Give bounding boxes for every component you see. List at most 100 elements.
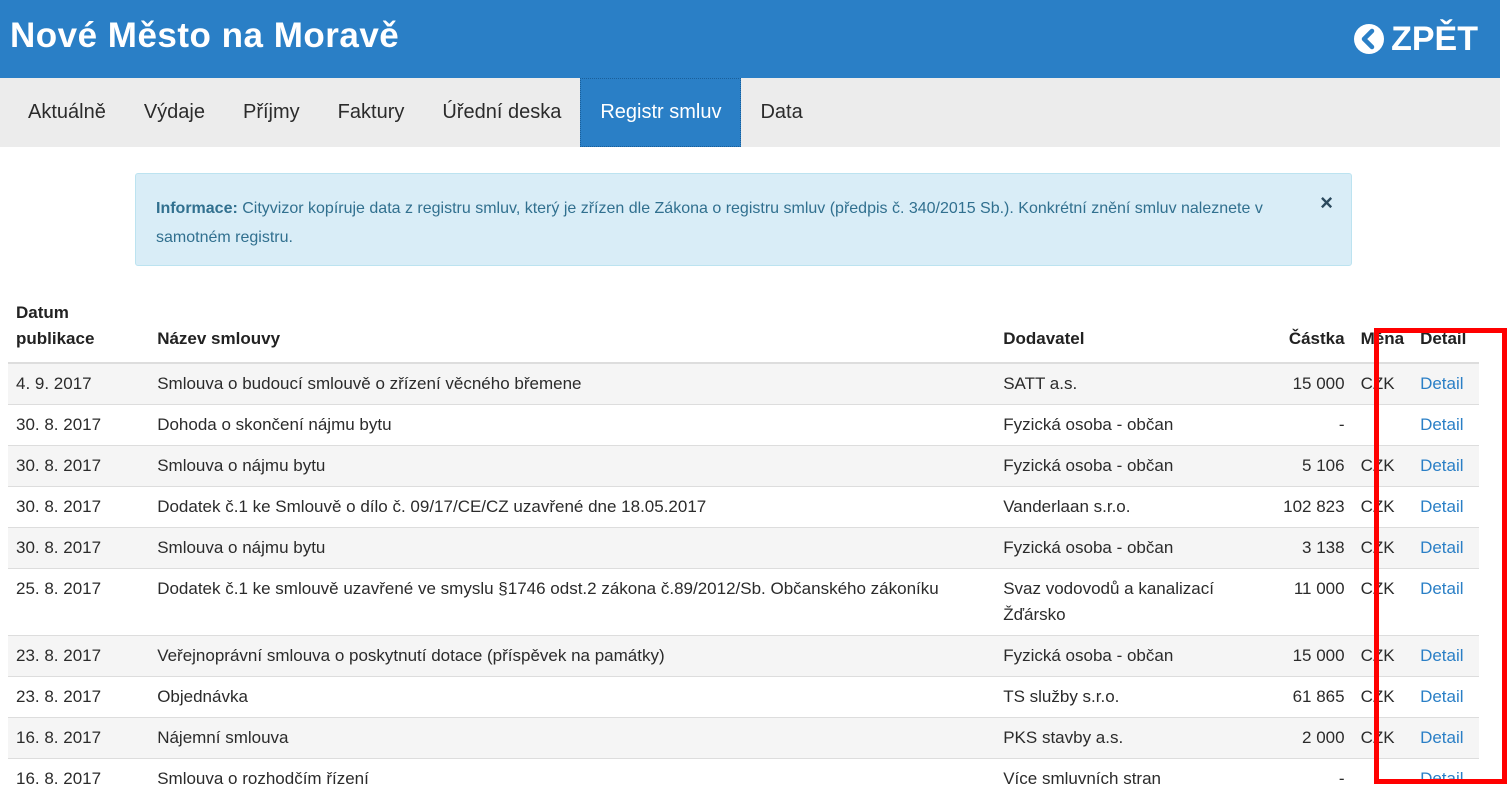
col-header-supplier: Dodavatel — [995, 300, 1252, 363]
row-contract-name: Smlouva o rozhodčím řízení — [149, 759, 995, 799]
row-detail-link[interactable]: Detail — [1420, 646, 1463, 665]
close-icon[interactable]: × — [1320, 188, 1333, 217]
row-amount: - — [1252, 405, 1353, 446]
table-row: 30. 8. 2017Smlouva o nájmu bytuFyzická o… — [8, 528, 1479, 569]
row-detail-link[interactable]: Detail — [1420, 579, 1463, 598]
row-date: 23. 8. 2017 — [8, 636, 149, 677]
chevron-left-circle-icon — [1353, 23, 1385, 55]
nav-tab-uredni-deska[interactable]: Úřední deska — [423, 78, 580, 147]
row-detail-cell: Detail — [1412, 405, 1479, 446]
row-date: 16. 8. 2017 — [8, 759, 149, 799]
row-supplier: PKS stavby a.s. — [995, 718, 1252, 759]
table-row: 16. 8. 2017Smlouva o rozhodčím řízeníVíc… — [8, 759, 1479, 799]
info-alert: Informace: Cityvizor kopíruje data z reg… — [135, 173, 1352, 266]
nav-tab-vydaje[interactable]: Výdaje — [125, 78, 224, 147]
row-detail-cell: Detail — [1412, 487, 1479, 528]
nav-tab-prijmy[interactable]: Příjmy — [224, 78, 319, 147]
nav-tab-data[interactable]: Data — [741, 78, 821, 147]
row-currency: CZK — [1353, 363, 1412, 405]
row-detail-cell: Detail — [1412, 363, 1479, 405]
row-contract-name: Veřejnoprávní smlouva o poskytnutí dotac… — [149, 636, 995, 677]
back-label: ZPĚT — [1391, 20, 1478, 59]
row-contract-name: Dodatek č.1 ke smlouvě uzavřené ve smysl… — [149, 569, 995, 636]
nav-tab-aktualne[interactable]: Aktuálně — [9, 78, 125, 147]
row-detail-cell: Detail — [1412, 569, 1479, 636]
row-supplier: SATT a.s. — [995, 363, 1252, 405]
row-amount: 2 000 — [1252, 718, 1353, 759]
row-contract-name: Smlouva o nájmu bytu — [149, 528, 995, 569]
row-contract-name: Dohoda o skončení nájmu bytu — [149, 405, 995, 446]
city-title: Nové Město na Moravě — [10, 16, 399, 56]
row-amount: 3 138 — [1252, 528, 1353, 569]
back-button[interactable]: ZPĚT — [1353, 20, 1478, 58]
table-row: 23. 8. 2017Veřejnoprávní smlouva o posky… — [8, 636, 1479, 677]
row-detail-cell: Detail — [1412, 718, 1479, 759]
alert-strong-label: Informace: — [156, 200, 238, 217]
row-currency — [1353, 405, 1412, 446]
table-row: 30. 8. 2017Dodatek č.1 ke Smlouvě o dílo… — [8, 487, 1479, 528]
row-date: 16. 8. 2017 — [8, 718, 149, 759]
contracts-table: Datumpublikace Název smlouvy Dodavatel Č… — [8, 300, 1479, 799]
col-header-detail: Detail — [1412, 300, 1479, 363]
row-detail-link[interactable]: Detail — [1420, 728, 1463, 747]
row-currency: CZK — [1353, 446, 1412, 487]
row-supplier: Fyzická osoba - občan — [995, 405, 1252, 446]
row-currency: CZK — [1353, 718, 1412, 759]
row-detail-cell: Detail — [1412, 446, 1479, 487]
row-contract-name: Dodatek č.1 ke Smlouvě o dílo č. 09/17/C… — [149, 487, 995, 528]
row-supplier: Fyzická osoba - občan — [995, 528, 1252, 569]
row-detail-link[interactable]: Detail — [1420, 415, 1463, 434]
row-supplier: Svaz vodovodů a kanalizací Žďársko — [995, 569, 1252, 636]
row-date: 4. 9. 2017 — [8, 363, 149, 405]
col-header-currency: Měna — [1353, 300, 1412, 363]
row-amount: - — [1252, 759, 1353, 799]
row-detail-link[interactable]: Detail — [1420, 497, 1463, 516]
table-row: 30. 8. 2017Smlouva o nájmu bytuFyzická o… — [8, 446, 1479, 487]
row-detail-cell: Detail — [1412, 528, 1479, 569]
row-supplier: Více smluvních stran — [995, 759, 1252, 799]
table-row: 30. 8. 2017Dohoda o skončení nájmu bytuF… — [8, 405, 1479, 446]
row-date: 30. 8. 2017 — [8, 528, 149, 569]
col-header-amount: Částka — [1252, 300, 1353, 363]
row-detail-link[interactable]: Detail — [1420, 456, 1463, 475]
row-detail-cell: Detail — [1412, 677, 1479, 718]
row-amount: 5 106 — [1252, 446, 1353, 487]
row-date: 30. 8. 2017 — [8, 446, 149, 487]
row-date: 25. 8. 2017 — [8, 569, 149, 636]
row-detail-link[interactable]: Detail — [1420, 374, 1463, 393]
row-currency: CZK — [1353, 487, 1412, 528]
row-supplier: Vanderlaan s.r.o. — [995, 487, 1252, 528]
row-contract-name: Smlouva o budoucí smlouvě o zřízení věcn… — [149, 363, 995, 405]
row-supplier: TS služby s.r.o. — [995, 677, 1252, 718]
table-row: 4. 9. 2017Smlouva o budoucí smlouvě o zř… — [8, 363, 1479, 405]
row-detail-link[interactable]: Detail — [1420, 687, 1463, 706]
row-currency: CZK — [1353, 677, 1412, 718]
row-currency — [1353, 759, 1412, 799]
table-header-row: Datumpublikace Název smlouvy Dodavatel Č… — [8, 300, 1479, 363]
row-detail-link[interactable]: Detail — [1420, 769, 1463, 788]
row-contract-name: Nájemní smlouva — [149, 718, 995, 759]
table-row: 25. 8. 2017Dodatek č.1 ke smlouvě uzavře… — [8, 569, 1479, 636]
row-currency: CZK — [1353, 528, 1412, 569]
main-nav: Aktuálně Výdaje Příjmy Faktury Úřední de… — [0, 78, 1500, 147]
row-date: 30. 8. 2017 — [8, 405, 149, 446]
row-amount: 61 865 — [1252, 677, 1353, 718]
row-amount: 15 000 — [1252, 363, 1353, 405]
row-currency: CZK — [1353, 636, 1412, 677]
alert-text: Cityvizor kopíruje data z registru smluv… — [156, 200, 1263, 246]
row-detail-cell: Detail — [1412, 759, 1479, 799]
row-amount: 102 823 — [1252, 487, 1353, 528]
col-header-name: Název smlouvy — [149, 300, 995, 363]
nav-tab-registr-smluv[interactable]: Registr smluv — [580, 78, 741, 147]
row-supplier: Fyzická osoba - občan — [995, 446, 1252, 487]
row-contract-name: Objednávka — [149, 677, 995, 718]
row-detail-link[interactable]: Detail — [1420, 538, 1463, 557]
row-detail-cell: Detail — [1412, 636, 1479, 677]
row-amount: 11 000 — [1252, 569, 1353, 636]
row-date: 23. 8. 2017 — [8, 677, 149, 718]
nav-tab-faktury[interactable]: Faktury — [319, 78, 424, 147]
row-amount: 15 000 — [1252, 636, 1353, 677]
table-row: 23. 8. 2017ObjednávkaTS služby s.r.o.61 … — [8, 677, 1479, 718]
row-currency: CZK — [1353, 569, 1412, 636]
top-header: Nové Město na Moravě ZPĚT — [0, 0, 1500, 78]
